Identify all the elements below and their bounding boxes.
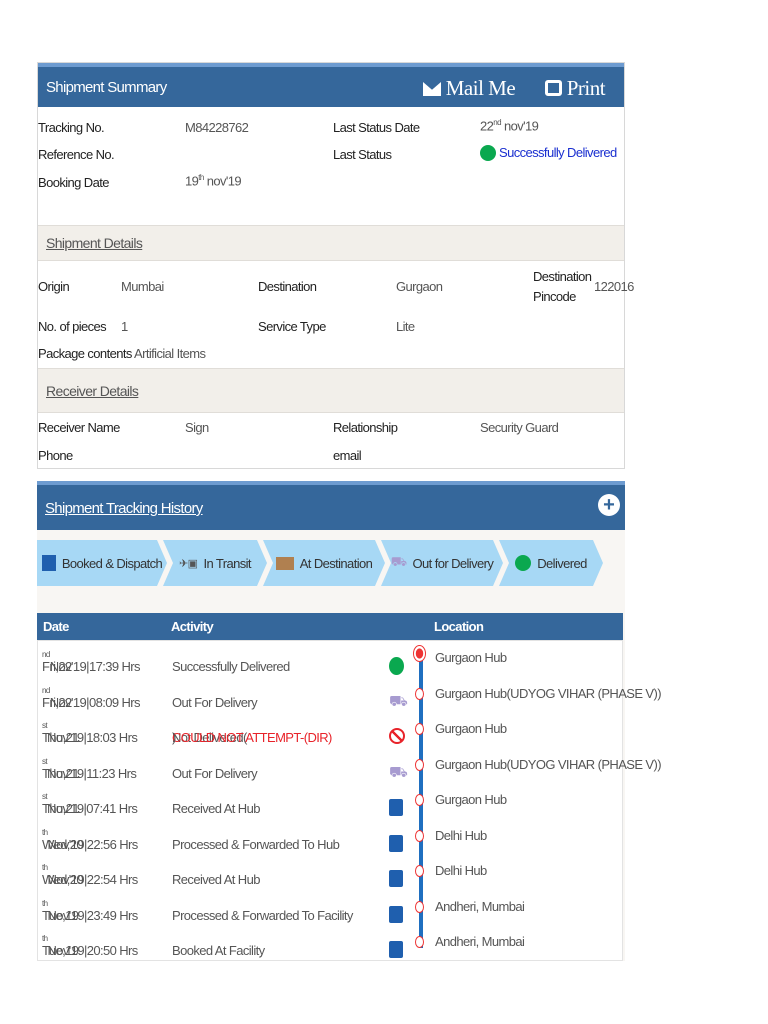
pincode-value: 122016 — [594, 279, 634, 294]
timeline-node — [415, 723, 424, 735]
booking-date-value: 19th nov'19 — [185, 173, 242, 189]
boxes-icon — [276, 557, 294, 570]
row-date: Wed,20 th Nov'19|22:56 Hrs — [42, 827, 138, 852]
progress-steps: Booked & Dispatch ✈▣ In Transit At Destin… — [37, 530, 625, 610]
row-location: Delhi Hub — [435, 863, 487, 878]
delivered-status-icon — [480, 145, 496, 161]
row-location: Gurgaon Hub — [435, 650, 507, 665]
print-button[interactable]: Print — [545, 76, 606, 101]
timeline-node — [415, 687, 424, 700]
row-location: Delhi Hub — [435, 827, 487, 843]
package-contents: Package contents Artificial Items — [38, 346, 206, 361]
printer-icon — [545, 80, 562, 96]
row-date: Thu,21 st Nov'19|07:41 Hrs — [42, 792, 138, 816]
shipment-summary-panel: Shipment Summary Mail Me Print Tracking … — [37, 62, 634, 469]
receiver-details-header: Receiver Details — [38, 368, 624, 413]
timeline-node — [415, 936, 424, 948]
history-row: Fri,22 nd Nov'19|08:09 Hrs Out For Delive… — [42, 685, 662, 710]
row-location: Gurgaon Hub — [435, 721, 507, 736]
summary-header: Shipment Summary Mail Me Print — [38, 63, 624, 107]
delivered-dot-icon — [515, 555, 531, 571]
transit-icon: ✈▣ — [179, 557, 198, 570]
row-date: Thu,21 st Nov'19|11:23 Hrs — [42, 756, 137, 781]
tracking-label: Tracking No. — [38, 120, 105, 135]
tracking-history-header: Shipment Tracking History + — [37, 481, 625, 530]
history-row: Thu,21 st Nov'19|11:23 Hrs Out For Delive… — [42, 756, 662, 781]
mail-icon — [423, 82, 441, 96]
expand-plus-icon[interactable]: + — [598, 494, 620, 516]
email-label: email — [333, 448, 362, 463]
service-type-label: Service Type — [258, 319, 326, 334]
package-icon — [42, 555, 56, 571]
booking-date-label: Booking Date — [38, 175, 109, 190]
row-location: Gurgaon Hub(UDYOG VIHAR (PHASE V)) — [435, 756, 662, 772]
mail-me-button[interactable]: Mail Me — [423, 76, 516, 101]
timeline-node — [415, 865, 424, 877]
timeline-node — [415, 758, 424, 771]
tracking-history-title[interactable]: Shipment Tracking History — [45, 500, 203, 517]
relationship-label: Relationship — [333, 420, 398, 435]
last-status-label: Last Status — [333, 147, 392, 162]
receiver-details-title[interactable]: Receiver Details — [46, 383, 139, 399]
row-date: Tue,19 th Nov'19|23:49 Hrs — [42, 898, 138, 923]
timeline-node — [415, 794, 424, 806]
row-location: Andheri, Mumbai — [435, 934, 525, 949]
shipment-details-header: Shipment Details — [38, 225, 624, 261]
history-row: Thu,21 st Nov'19|18:03 Hrs Not Delivered(… — [42, 721, 507, 745]
destination-value: Gurgaon — [396, 279, 443, 294]
history-table-header: Date Activity Location — [37, 613, 623, 640]
phone-label: Phone — [38, 448, 73, 463]
destination-label: Destination — [258, 279, 317, 294]
timeline-node — [415, 829, 424, 842]
tracking-history-panel: Shipment Tracking History + Booked & Dis… — [37, 481, 662, 961]
timeline-node — [413, 645, 426, 662]
history-row: Fri,22 nd Nov'19|17:39 Hrs Successfully D… — [38, 641, 624, 676]
col-location: Location — [434, 619, 484, 634]
mail-me-label: Mail Me — [445, 76, 516, 100]
timeline-node — [415, 900, 424, 913]
receiver-name-value: Sign — [185, 420, 209, 435]
last-status-date-label: Last Status Date — [333, 120, 420, 135]
pieces-label: No. of pieces — [38, 319, 107, 334]
history-row: Wed,20 th Nov'19|22:54 Hrs Received At Hu… — [42, 863, 487, 887]
step-booked: Booked & Dispatch — [37, 540, 167, 586]
pieces-value: 1 — [121, 319, 128, 334]
reference-label: Reference No. — [38, 147, 115, 162]
row-date: Wed,20 th Nov'19|22:54 Hrs — [42, 863, 138, 887]
tracking-value: M84228762 — [185, 120, 249, 135]
row-location: Andheri, Mumbai — [435, 898, 525, 914]
row-date: Fri,22 nd Nov'19|08:09 Hrs — [42, 685, 141, 710]
col-activity: Activity — [171, 619, 214, 634]
col-date: Date — [43, 619, 69, 634]
history-table-body: Fri,22 nd Nov'19|17:39 Hrs Successfully D… — [37, 640, 662, 961]
last-status-date-value: 22nd nov'19 — [480, 118, 539, 134]
step-out-for-delivery: ⛟ Out for Delivery — [381, 540, 503, 586]
row-date: Thu,21 st Nov'19|18:03 Hrs — [42, 721, 138, 745]
relationship-value: Security Guard — [480, 420, 559, 435]
history-row: Tue,19 th Nov'19|23:49 Hrs Processed & Fo… — [42, 898, 525, 923]
service-type-value: Lite — [396, 319, 415, 334]
step-in-transit: ✈▣ In Transit — [163, 540, 267, 586]
summary-title: Shipment Summary — [46, 79, 167, 96]
row-date: Tue,19 th Nov'19|20:50 Hrs — [42, 934, 138, 958]
last-status-value: Successfully Delivered — [480, 145, 617, 161]
history-row: Thu,21 st Nov'19|07:41 Hrs Received At Hu… — [42, 792, 507, 816]
row-location: Gurgaon Hub — [435, 792, 507, 807]
origin-label: Origin — [38, 279, 70, 294]
history-row: Tue,19 th Nov'19|20:50 Hrs Booked At Faci… — [42, 934, 525, 958]
delivery-van-icon: ⛟ — [390, 554, 407, 569]
origin-value: Mumbai — [121, 279, 164, 294]
row-location: Gurgaon Hub(UDYOG VIHAR (PHASE V)) — [435, 685, 662, 701]
destination-pincode-label: Destination Pincode — [533, 269, 592, 304]
shipment-details-title[interactable]: Shipment Details — [46, 235, 143, 251]
receiver-name-label: Receiver Name — [38, 420, 120, 435]
history-row: Wed,20 th Nov'19|22:56 Hrs Processed & Fo… — [42, 827, 487, 852]
step-delivered: Delivered — [499, 540, 603, 586]
step-at-destination: At Destination — [263, 540, 385, 586]
row-date: Fri,22 nd Nov'19|17:39 Hrs — [42, 650, 141, 674]
print-label: Print — [566, 76, 606, 100]
